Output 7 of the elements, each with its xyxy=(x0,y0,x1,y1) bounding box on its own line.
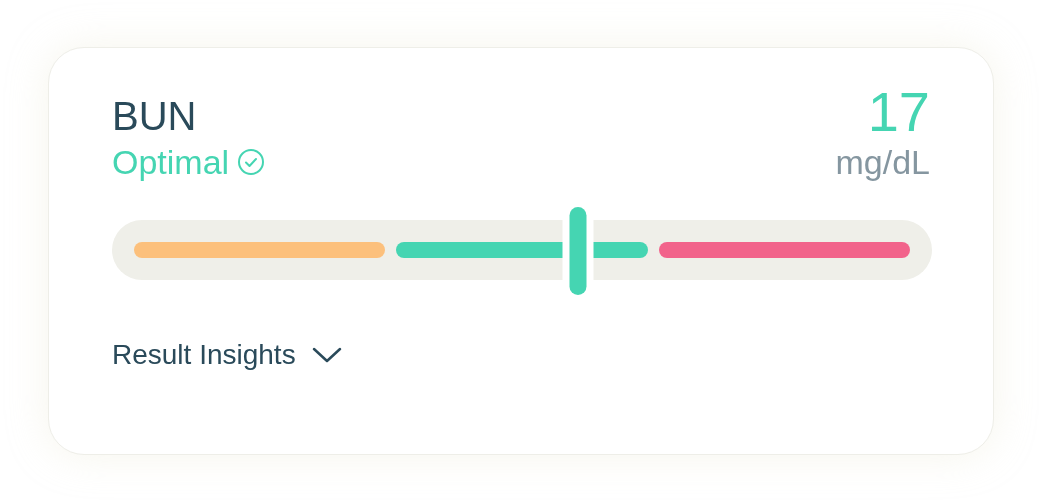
result-value: 17 xyxy=(867,84,930,140)
chevron-down-icon xyxy=(311,346,342,364)
unit-label: mg/dL xyxy=(835,142,930,182)
test-name: BUN xyxy=(112,93,198,140)
check-circle-icon xyxy=(237,148,266,176)
status-label: Optimal xyxy=(112,142,230,182)
result-insights-toggle[interactable]: Result Insights xyxy=(112,338,342,372)
